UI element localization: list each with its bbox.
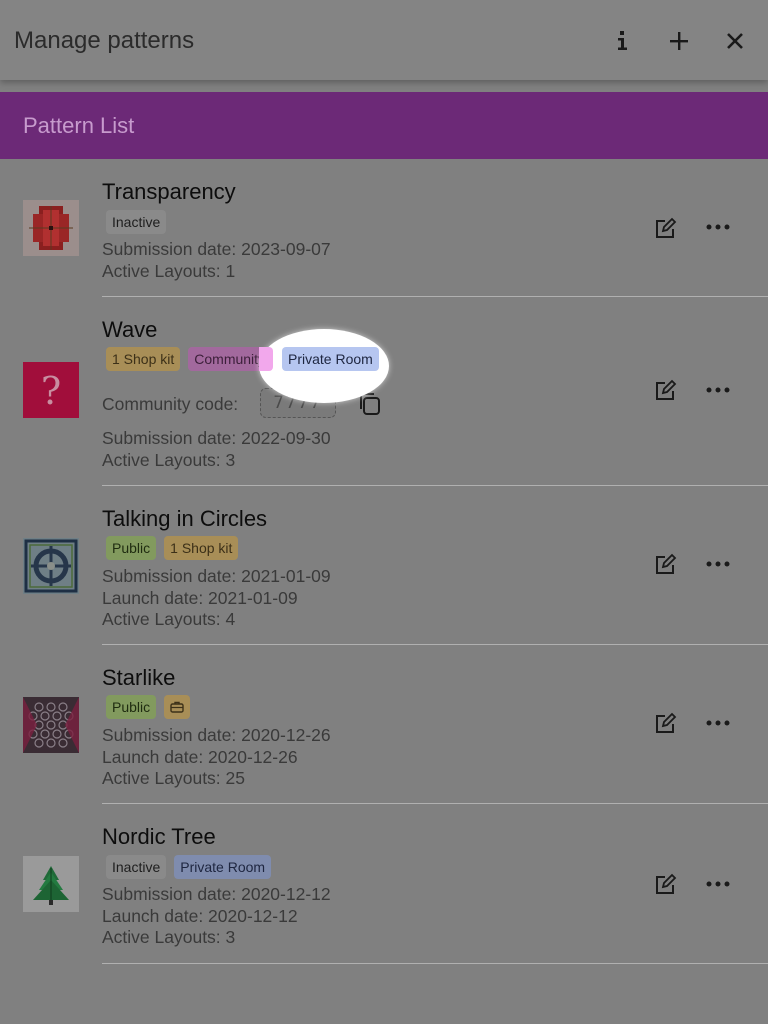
- submission-date: Submission date: 2020-12-12: [102, 884, 331, 904]
- edit-icon: [656, 873, 677, 894]
- edit-icon: [656, 553, 677, 574]
- info-button[interactable]: [606, 24, 640, 58]
- status-badge-inactive: Inactive: [106, 210, 167, 234]
- pattern-title: Talking in Circles: [102, 506, 268, 531]
- public-badge: Public: [106, 536, 157, 560]
- tree-thumbnail: [23, 856, 79, 912]
- tag-group: Inactive Private Room: [106, 855, 272, 879]
- launch-date: Launch date: 2021-01-09: [102, 587, 298, 608]
- more-options-button[interactable]: [704, 215, 732, 239]
- app-bar: Manage patterns: [0, 0, 768, 80]
- launch-date: Launch date: 2020-12-12: [102, 905, 298, 926]
- submission-date: Submission date: 2021-01-09: [102, 566, 331, 586]
- submission-date: Submission date: 2023-09-07: [102, 239, 331, 259]
- shop-kit-badge: 1 Shop kit: [106, 347, 181, 371]
- info-icon: [618, 31, 627, 50]
- more-options-button[interactable]: [704, 872, 732, 896]
- pattern-title: Starlike: [102, 665, 176, 690]
- plus-icon: [670, 32, 688, 50]
- transparency-thumbnail: [23, 200, 79, 256]
- community-badge-highlight-edge: [259, 347, 273, 371]
- edit-button[interactable]: [653, 379, 677, 403]
- community-code-label: Community code:: [102, 394, 239, 414]
- pattern-title: Nordic Tree: [102, 824, 216, 849]
- starlike-thumbnail: [23, 697, 79, 753]
- more-horizontal-icon: [706, 561, 730, 567]
- pattern-row-nordic-tree[interactable]: Nordic Tree Inactive Private Room Submis…: [0, 804, 768, 964]
- question-mark-thumbnail: ?: [23, 362, 79, 418]
- close-button[interactable]: [718, 24, 752, 58]
- pattern-title: Wave: [102, 317, 158, 342]
- more-horizontal-icon: [706, 720, 730, 726]
- pattern-row-starlike[interactable]: Starlike Public Submission date: 2020-12…: [0, 645, 768, 804]
- active-layouts: Active Layouts: 3: [102, 449, 236, 470]
- briefcase-badge: [164, 695, 191, 719]
- edit-icon: [656, 217, 677, 238]
- pattern-meta: Submission date: 2022-09-30 Active Layou…: [102, 428, 331, 471]
- more-horizontal-icon: [706, 881, 730, 887]
- edit-button[interactable]: [653, 217, 677, 241]
- shop-kit-badge: 1 Shop kit: [164, 536, 239, 560]
- private-room-badge[interactable]: Private Room: [282, 347, 379, 371]
- more-horizontal-icon: [706, 224, 730, 230]
- public-badge: Public: [106, 695, 157, 719]
- edit-button[interactable]: [653, 712, 677, 736]
- edit-button[interactable]: [653, 873, 677, 897]
- more-options-button[interactable]: [704, 711, 732, 735]
- pattern-title: Transparency: [102, 179, 236, 204]
- pattern-row-transparency[interactable]: Transparency Inactive Submission date: 2…: [0, 160, 768, 297]
- add-pattern-button[interactable]: [662, 24, 696, 58]
- tag-group: Inactive: [106, 210, 167, 234]
- more-options-button[interactable]: [704, 552, 732, 576]
- status-badge-inactive: Inactive: [106, 855, 167, 879]
- active-layouts: Active Layouts: 25: [102, 768, 245, 788]
- pattern-row-wave[interactable]: ? Wave 1 Shop kit Community Community co…: [0, 297, 768, 486]
- page-title: Manage patterns: [14, 27, 195, 54]
- circles-thumbnail: [23, 538, 79, 594]
- private-room-badge: Private Room: [174, 855, 272, 879]
- edit-icon: [656, 712, 677, 733]
- active-layouts: Active Layouts: 3: [102, 927, 236, 947]
- tag-group: Public 1 Shop kit: [106, 536, 239, 560]
- briefcase-icon: [170, 701, 184, 713]
- pattern-meta: Submission date: 2020-12-12 Launch date:…: [102, 884, 331, 949]
- more-options-button[interactable]: [704, 378, 732, 402]
- tag-group: 1 Shop kit Community: [106, 347, 272, 371]
- pattern-meta: Submission date: 2023-09-07 Active Layou…: [102, 239, 331, 282]
- edit-icon: [656, 379, 677, 400]
- close-icon: [727, 33, 743, 49]
- active-layouts: Active Layouts: 4: [102, 609, 236, 629]
- pattern-row-talking-in-circles[interactable]: Talking in Circles Public 1 Shop kit Sub…: [0, 486, 768, 645]
- section-title: Pattern List: [23, 112, 135, 138]
- pattern-meta: Submission date: 2021-01-09 Launch date:…: [102, 566, 331, 631]
- submission-date: Submission date: 2022-09-30: [102, 428, 331, 448]
- edit-button[interactable]: [653, 553, 677, 577]
- tag-group: Public: [106, 695, 191, 719]
- more-horizontal-icon: [706, 387, 730, 393]
- divider: [102, 963, 768, 964]
- submission-date: Submission date: 2020-12-26: [102, 725, 331, 745]
- launch-date: Launch date: 2020-12-26: [102, 746, 298, 767]
- svg-text:?: ?: [41, 369, 61, 413]
- section-header: Pattern List: [0, 92, 768, 159]
- active-layouts: Active Layouts: 1: [102, 260, 236, 281]
- pattern-meta: Submission date: 2020-12-26 Launch date:…: [102, 725, 331, 790]
